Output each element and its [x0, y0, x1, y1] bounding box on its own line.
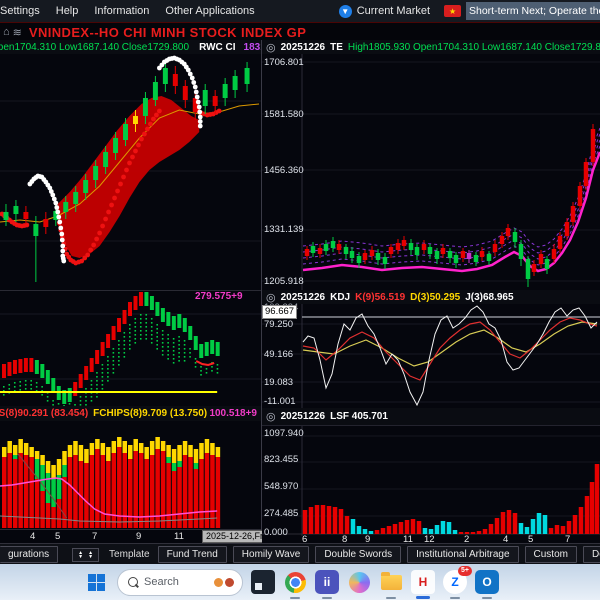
window-icon[interactable]: ⌂ — [3, 26, 10, 38]
menu-information[interactable]: Information — [90, 5, 161, 17]
left-top-value: 1831.168+9 — [243, 41, 261, 53]
template-label: Template — [109, 549, 150, 560]
menu-other-applications[interactable]: Other Applications — [161, 5, 266, 17]
right-monthly-candle-chart[interactable] — [262, 54, 600, 290]
lsf-label: LSF 405.701 — [330, 411, 388, 422]
scroll-arrows-icon[interactable]: ▲ ▼ — [88, 550, 93, 559]
start-button[interactable] — [88, 573, 105, 591]
kdj-line-chart[interactable] — [262, 304, 600, 408]
taskbar-search[interactable]: Search — [117, 568, 243, 596]
configurations-button[interactable]: gurations — [0, 546, 59, 563]
custom-button[interactable]: Custom — [524, 546, 577, 563]
kdj-header: ◎ 20251226 KDJ K(9)56.519 D(3)50.295 J(3… — [262, 290, 600, 305]
left-mid-value: 279.575+9 — [195, 291, 243, 302]
menu-help[interactable]: Help — [52, 5, 91, 17]
scroll-arrows-icon[interactable]: ▲ ▼ — [78, 550, 83, 559]
x-tick: 11 — [174, 531, 184, 542]
left-chips-bar-chart[interactable] — [0, 421, 261, 529]
menu-settings[interactable]: Settings — [0, 5, 52, 17]
search-icon — [128, 577, 138, 587]
x-tick: 5 — [55, 531, 61, 542]
target-icon[interactable]: ◎ — [266, 410, 276, 423]
stock-app-icon[interactable]: H — [411, 570, 435, 599]
lsf-date: 20251226 — [280, 411, 326, 422]
y-tick: 49.166 — [264, 349, 294, 360]
notebook-app-icon[interactable] — [251, 570, 275, 594]
institutional-arbitrage-button[interactable]: Institutional Arbitrage — [407, 546, 519, 563]
teams-icon[interactable]: ii — [315, 570, 339, 599]
copilot-icon[interactable] — [347, 570, 371, 594]
double-swords-button[interactable]: Double Swords — [315, 546, 402, 563]
vietnam-flag-icon[interactable]: ★ — [444, 5, 462, 17]
page-title: VNINDEX--HO CHI MINH STOCK INDEX GP — [28, 24, 307, 40]
target-icon[interactable]: ◎ — [266, 41, 276, 54]
right-top-ohlc: High1805.930 Open1704.310 Low1687.140 Cl… — [347, 41, 600, 53]
kdj-date: 20251226 — [280, 291, 326, 303]
left-wave-indicator-chart[interactable] — [0, 290, 261, 407]
y-tick: 19.083 — [264, 377, 294, 388]
search-doodle-icon — [214, 577, 234, 587]
zalo-icon[interactable]: Z 5+ — [443, 566, 472, 599]
right-top-header: ◎ 20251226 TE High1805.930 Open1704.310 … — [262, 40, 600, 55]
right-top-date: 20251226 — [280, 41, 326, 53]
y-tick: 823.455 — [264, 454, 299, 465]
y-tick: 548.970 — [264, 481, 299, 492]
kdj-k-value: K(9)56.519 — [355, 291, 406, 303]
windows-taskbar: Search ii H Z 5+ O — [0, 564, 600, 600]
fchips-indicator-text: FCHIPS(8)9.709 (13.750) — [93, 408, 208, 419]
y-tick: 1706.801 — [264, 57, 304, 68]
kdj-j-value: J(3)68.965 — [465, 291, 514, 303]
y-tick: 79.250 — [264, 319, 294, 330]
default-button[interactable]: Default — [582, 546, 600, 563]
pane-scroll-buttons[interactable]: ▲ ▼ ▲ ▼ — [72, 547, 100, 562]
bottom-toolbar: gurations ▲ ▼ ▲ ▼ Template Fund Trend Homi… — [0, 543, 600, 565]
left-main-candle-chart[interactable] — [0, 54, 261, 290]
ps-indicator-text: PS(8)90.291 (83.454) — [0, 408, 89, 419]
file-explorer-icon[interactable] — [379, 570, 403, 599]
y-tick: 1097.940 — [264, 428, 304, 439]
trading-app-window: Settings Help Information Other Applicat… — [0, 0, 600, 600]
y-tick: 1205.918 — [264, 276, 304, 287]
outlook-icon[interactable]: O — [475, 570, 499, 599]
y-tick: -11.001 — [264, 396, 296, 407]
fund-trend-button[interactable]: Fund Trend — [157, 546, 227, 563]
left-top-header: Open1704.310 Low1687.140 Close1729.800 R… — [0, 40, 261, 55]
x-tick: 7 — [92, 531, 98, 542]
kdj-label: KDJ — [330, 291, 351, 303]
y-tick: 1331.139 — [264, 224, 304, 235]
left-bottom-value: 100.518+9 — [209, 408, 257, 419]
x-tick: 9 — [136, 531, 142, 542]
left-x-axis: 4 5 7 9 11 2025-12-26,Fri — [0, 529, 270, 544]
y-tick: 274.485 — [264, 508, 299, 519]
right-x-axis: 6 8 9 11 12 2 4 5 7 — [262, 534, 600, 545]
search-placeholder: Search — [144, 576, 179, 588]
homily-wave-button[interactable]: Homily Wave — [232, 546, 310, 563]
kdj-scale-box: 96.667 — [262, 305, 298, 319]
left-bottom-header: PS(8)90.291 (83.454) FCHIPS(8)9.709 (13.… — [0, 406, 261, 422]
left-indicator-label: RWC CI — [199, 41, 236, 53]
lsf-bar-chart[interactable] — [262, 426, 600, 538]
notification-badge: 5+ — [458, 566, 472, 576]
y-tick: 1581.580 — [264, 109, 304, 120]
news-ticker[interactable]: Short-term Next; Operate the Fa — [466, 2, 600, 20]
current-market-icon[interactable]: ▼ — [338, 4, 352, 18]
x-tick: 4 — [30, 531, 36, 542]
layers-icon[interactable]: ≋ — [13, 26, 22, 39]
chrome-icon[interactable] — [283, 570, 307, 599]
lsf-header: ◎ 20251226 LSF 405.701 — [262, 408, 600, 426]
left-ohlc-text: Open1704.310 Low1687.140 Close1729.800 — [0, 41, 190, 53]
date-box[interactable]: 2025-12-26,Fri — [202, 530, 270, 543]
symbol-title-bar: ⌂ ≋ VNINDEX--HO CHI MINH STOCK INDEX GP — [0, 22, 600, 41]
current-market-label[interactable]: Current Market — [357, 5, 430, 17]
kdj-d-value: D(3)50.295 — [410, 291, 461, 303]
right-top-label: TE — [330, 41, 343, 53]
y-tick: 1456.360 — [264, 165, 304, 176]
menu-bar: Settings Help Information Other Applicat… — [0, 0, 600, 22]
